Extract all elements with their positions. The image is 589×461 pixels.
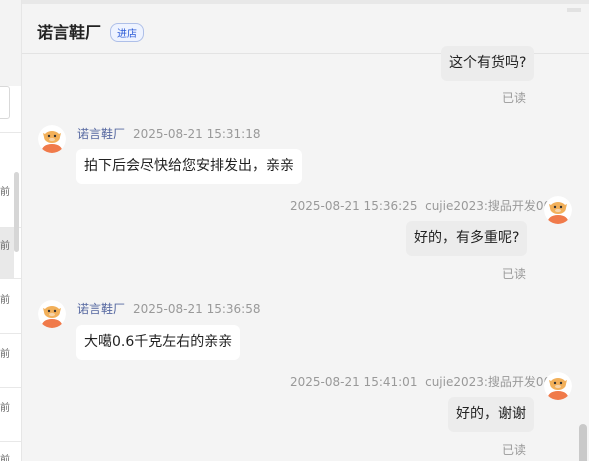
shop-avatar-icon[interactable] (38, 300, 66, 328)
sender-name: 诺言鞋厂 (77, 127, 126, 141)
divider (0, 278, 21, 279)
shop-name: 诺言鞋厂 (37, 23, 102, 42)
user-avatar-icon[interactable] (544, 372, 572, 400)
chat-window: 诺言鞋厂 进店 这个有货吗? 已读 诺言鞋厂 2025-08-21 15:31:1… (22, 0, 589, 461)
message-time: 2025-08-21 15:41:01 (290, 375, 418, 389)
message-time: 2025-08-21 15:31:18 (133, 127, 261, 141)
enter-shop-button[interactable]: 进店 (110, 23, 144, 42)
message-meta: 诺言鞋厂 2025-08-21 15:36:58 (77, 300, 260, 317)
sender-name: cujie2023:搜品开发007 (425, 375, 559, 389)
conversation-item-active[interactable]: 前 (0, 228, 14, 278)
conversation-list: 前 前 前 前 前 前 (0, 0, 22, 461)
message-bubble-shop: 拍下后会尽快给您安排发出，亲亲 (76, 149, 302, 184)
conversation-search-input[interactable] (0, 86, 10, 119)
header-decoration (567, 8, 581, 12)
user-avatar-icon[interactable] (544, 196, 572, 224)
message-bubble-mine: 这个有货吗? (441, 46, 535, 81)
chat-scrollbar[interactable] (579, 424, 587, 461)
read-status: 已读 (502, 443, 527, 457)
shop-avatar-icon[interactable] (38, 125, 66, 153)
conversation-list-header (0, 0, 21, 86)
sender-name: cujie2023:搜品开发007 (425, 199, 559, 213)
read-status: 已读 (502, 267, 527, 281)
message-meta: 2025-08-21 15:36:25 cujie2023:搜品开发007 (290, 197, 559, 214)
message-bubble-mine: 好的，有多重呢? (406, 221, 528, 256)
divider (0, 333, 21, 334)
divider (0, 132, 21, 133)
divider (0, 441, 21, 442)
conversation-item[interactable]: 前 (0, 183, 14, 198)
read-status: 已读 (502, 91, 527, 105)
conversation-list-scrollbar[interactable] (14, 172, 19, 252)
conversation-item[interactable]: 前 (0, 291, 14, 306)
message-time: 2025-08-21 15:36:25 (290, 199, 418, 213)
conversation-item[interactable]: 前 (0, 345, 14, 360)
conversation-item[interactable]: 前 (0, 451, 14, 461)
divider (0, 387, 21, 388)
message-meta: 2025-08-21 15:41:01 cujie2023:搜品开发007 (290, 373, 559, 390)
message-bubble-mine: 好的，谢谢 (448, 397, 534, 432)
message-bubble-shop: 大噶0.6千克左右的亲亲 (76, 325, 241, 360)
message-meta: 诺言鞋厂 2025-08-21 15:31:18 (77, 125, 260, 142)
sender-name: 诺言鞋厂 (77, 302, 126, 316)
message-time: 2025-08-21 15:36:58 (133, 302, 261, 316)
conversation-item[interactable]: 前 (0, 399, 14, 414)
